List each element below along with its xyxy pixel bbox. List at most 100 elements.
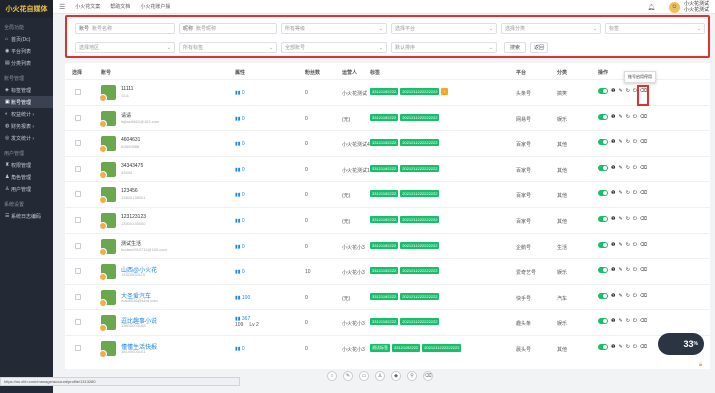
account-name[interactable]: 11111 (121, 86, 133, 92)
info-icon[interactable]: ❶ (611, 293, 615, 299)
enable-icon[interactable]: ⏻ (633, 139, 637, 145)
top-menu-copywriting[interactable]: 小火花文案 (75, 3, 100, 10)
delete-icon[interactable]: ⌫ (640, 139, 647, 145)
row-checkbox[interactable] (75, 191, 81, 198)
sidebar-item[interactable]: ♙ 用户管理 (0, 183, 53, 195)
row-checkbox[interactable] (75, 345, 81, 351)
enable-icon[interactable]: ⏻ (633, 165, 637, 171)
info-icon[interactable]: ❶ (611, 139, 615, 145)
edit-icon[interactable]: ✎ (618, 242, 622, 248)
category-select[interactable]: 选择分类 ⌄ (501, 23, 601, 34)
edit-icon[interactable]: ✎ (618, 88, 622, 94)
edit-icon[interactable]: ✎ (618, 267, 622, 273)
refresh-icon[interactable]: ↻ (626, 216, 630, 222)
edit-icon[interactable]: ✎ (618, 114, 622, 120)
delete-icon[interactable]: ⌫ (640, 293, 647, 299)
nickname-field[interactable]: 昵称 账号昵称 (179, 23, 277, 34)
delete-icon[interactable]: ⌫ (640, 242, 647, 248)
edit-icon[interactable]: ✎ (618, 190, 622, 196)
refresh-icon[interactable]: ↻ (626, 165, 630, 171)
toggle-switch[interactable] (598, 139, 608, 146)
delete-icon[interactable]: ⌫ (640, 114, 647, 120)
refresh-icon[interactable]: ↻ (626, 114, 630, 120)
enable-icon[interactable]: ⏻ (633, 293, 637, 299)
row-checkbox[interactable] (75, 140, 81, 147)
link-icon[interactable]: ⚲ (407, 371, 417, 381)
row-checkbox[interactable] (75, 293, 81, 300)
refresh-icon[interactable]: ↻ (626, 318, 630, 324)
refresh-icon[interactable]: ↻ (626, 139, 630, 145)
info-icon[interactable]: ❶ (611, 267, 615, 273)
toggle-switch[interactable] (598, 113, 608, 120)
tag-icon[interactable]: ◆ (391, 371, 401, 381)
info-icon[interactable]: ❶ (611, 242, 615, 248)
enable-icon[interactable]: ⏻ (633, 242, 637, 248)
toggle-switch[interactable] (598, 190, 608, 197)
platform-select[interactable]: 选择平台 ⌄ (391, 23, 497, 34)
account-kind-select[interactable]: 全部账号 ⌄ (281, 42, 387, 53)
sidebar-item[interactable]: ♜ 权限管理 (0, 159, 53, 171)
level-select[interactable]: 所有标签 ⌄ (179, 42, 277, 53)
delete-icon[interactable]: ⌫ (640, 190, 647, 196)
edit-icon[interactable]: ✎ (618, 165, 622, 171)
enable-icon[interactable]: ⏻ (633, 190, 637, 196)
toggle-switch[interactable] (598, 292, 608, 299)
info-icon[interactable]: ❶ (611, 344, 615, 350)
enable-icon[interactable]: ⏻ (633, 267, 637, 273)
location-select[interactable]: 选择地区 ⌄ (75, 42, 175, 53)
trash-icon[interactable]: ⌫ (423, 371, 433, 381)
sidebar-item[interactable]: ◍ 财务报表 › (0, 120, 53, 132)
edit-icon[interactable]: ✎ (618, 216, 622, 222)
info-icon[interactable]: ❶ (611, 114, 615, 120)
info-icon[interactable]: ❶ (611, 318, 615, 324)
refresh-icon[interactable]: ↻ (626, 88, 630, 94)
row-checkbox[interactable] (75, 165, 81, 172)
toggle-switch[interactable] (598, 216, 608, 222)
sidebar-item[interactable]: ◐ 权益统计 › (0, 108, 53, 120)
refresh-icon[interactable]: ↻ (626, 190, 630, 196)
top-menu-help[interactable]: 帮助文档 (110, 3, 130, 10)
toggle-switch[interactable] (598, 267, 608, 274)
toggle-switch[interactable] (598, 241, 608, 248)
user-area[interactable]: 🔔︎ ☺ 小火花测试 小火花测试 (647, 1, 709, 13)
sidebar-item[interactable]: ⌂ 首页(Dc) (0, 33, 53, 45)
account-name[interactable]: 123123123 (121, 214, 146, 220)
edit-icon[interactable]: ✎ (618, 318, 622, 324)
enable-icon[interactable]: ⏻ (633, 318, 637, 324)
delete-icon[interactable]: ⌫ (640, 267, 647, 273)
top-menu-account[interactable]: 小火花账户操 (140, 3, 170, 10)
refresh-icon[interactable]: ↻ (626, 242, 630, 248)
toggle-switch[interactable] (598, 88, 608, 94)
row-checkbox[interactable] (75, 89, 81, 95)
speed-widget[interactable]: 33% (658, 333, 704, 355)
edit-icon[interactable]: ✎ (618, 293, 622, 299)
tag-select[interactable]: 标签 ⌄ (605, 23, 705, 34)
account-name[interactable]: 请请 (121, 112, 131, 119)
enable-icon[interactable]: ⏻ (633, 216, 637, 222)
delete-icon[interactable]: ⌫ (640, 344, 647, 350)
sidebar-item[interactable]: ◉ 平台列表 (0, 45, 53, 57)
reset-button[interactable]: 返回 (530, 42, 548, 53)
sidebar-item[interactable]: ☰ 系统日志编码 (0, 210, 53, 222)
edit-icon[interactable]: ✎ (618, 344, 622, 350)
sidebar-item[interactable]: ♟ 角色管理 (0, 171, 53, 183)
sidebar-item[interactable]: ◎ 发文统计 › (0, 132, 53, 144)
toggle-switch[interactable] (598, 164, 608, 171)
doc-icon[interactable]: ▭ (359, 371, 369, 381)
circle-icon[interactable]: ○ (327, 371, 337, 381)
info-icon[interactable]: ❶ (611, 216, 615, 222)
account-name[interactable]: 4604631 (121, 137, 140, 143)
row-checkbox[interactable] (75, 114, 81, 121)
group-select[interactable]: 所有等级 ⌄ (281, 23, 387, 34)
row-checkbox[interactable] (75, 319, 81, 326)
toggle-switch[interactable] (598, 344, 608, 350)
account-field[interactable]: 账号 账号名称 (75, 23, 175, 34)
info-icon[interactable]: ❶ (611, 190, 615, 196)
avatar[interactable]: ☺ (668, 1, 680, 13)
delete-icon[interactable]: ⌫ (640, 216, 647, 222)
enable-icon[interactable]: ⏻ (633, 114, 637, 120)
bell-icon[interactable]: 🔔︎ (647, 4, 655, 11)
refresh-icon[interactable]: ↻ (626, 344, 630, 350)
delete-icon[interactable]: ⌫ (640, 165, 647, 171)
sidebar-item[interactable]: ▤ 分类列表 (0, 57, 53, 69)
